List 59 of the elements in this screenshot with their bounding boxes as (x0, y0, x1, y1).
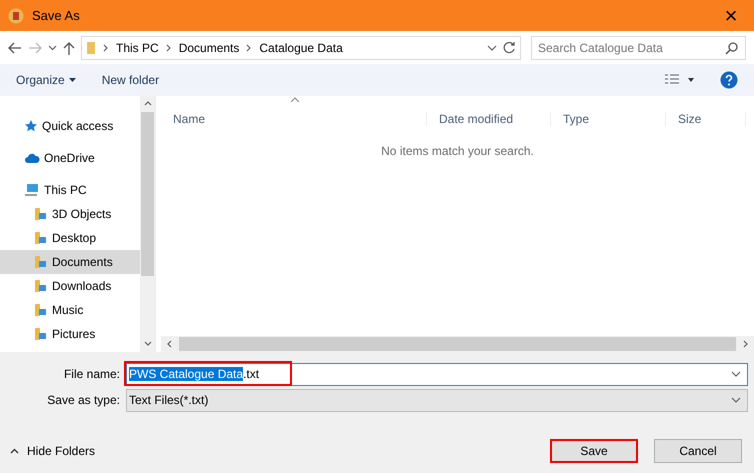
back-icon[interactable] (8, 42, 22, 54)
new-folder-button[interactable]: New folder (102, 73, 160, 87)
sidebar-item[interactable]: OneDrive (0, 146, 140, 170)
save-button[interactable]: Save (550, 439, 638, 463)
sidebar-item[interactable]: Documents (0, 250, 140, 274)
sidebar-item[interactable]: 3D Objects (0, 202, 140, 226)
breadcrumb[interactable]: Catalogue Data (259, 40, 343, 54)
folder-icon (34, 231, 48, 245)
hide-folders-button[interactable]: Hide Folders (10, 444, 96, 458)
dropdown-icon[interactable] (731, 371, 741, 377)
file-type-dropdown[interactable]: Text Files(*.txt) (126, 388, 748, 412)
folder-icon (34, 327, 48, 341)
dropdown-icon[interactable] (731, 397, 741, 403)
app-icon (8, 8, 24, 24)
folder-icon (34, 303, 48, 317)
dropdown-icon[interactable] (487, 44, 497, 50)
close-button[interactable]: × (708, 0, 754, 31)
address-bar[interactable]: This PC Documents Catalogue Data (81, 36, 521, 60)
view-options-icon[interactable] (664, 74, 694, 86)
window-title: Save As (32, 8, 81, 23)
computer-icon (24, 183, 40, 197)
chevron-up-icon (10, 448, 19, 454)
breadcrumb[interactable]: This PC (116, 40, 159, 54)
breadcrumb[interactable]: Documents (178, 40, 240, 54)
caret-icon (68, 78, 76, 82)
sidebar-item[interactable]: Music (0, 298, 140, 322)
folder-icon (34, 207, 48, 221)
sort-icon (291, 97, 299, 102)
sidebar-item[interactable]: Pictures (0, 322, 140, 346)
chevron-icon (102, 44, 110, 52)
cloud-icon (24, 152, 40, 164)
dropdown-icon[interactable] (48, 44, 57, 50)
column-header[interactable]: Type (551, 112, 666, 126)
sidebar-item[interactable]: This PC (0, 178, 140, 202)
cancel-button[interactable]: Cancel (654, 439, 742, 463)
scrollbar[interactable] (161, 336, 754, 352)
chevron-icon (164, 44, 173, 52)
empty-message: No items match your search. (381, 144, 534, 158)
folder-icon (34, 279, 48, 293)
field-label: File name: (62, 367, 121, 381)
field-label: Save as type: (46, 393, 121, 407)
file-name-field[interactable]: PWS Catalogue Data.txt (126, 362, 748, 386)
sidebar-item[interactable]: Desktop (0, 226, 140, 250)
column-header[interactable]: Date modified (427, 112, 551, 126)
help-icon[interactable] (720, 71, 738, 89)
up-icon[interactable] (63, 40, 75, 54)
search-icon (725, 42, 738, 54)
column-header[interactable]: Name (161, 112, 427, 126)
scrollbar[interactable] (140, 96, 155, 352)
folder-icon (34, 255, 48, 269)
sidebar-item[interactable]: Quick access (0, 114, 140, 138)
organize-button[interactable]: Organize (16, 73, 76, 87)
chevron-icon (245, 44, 254, 52)
folder-icon (86, 40, 96, 54)
column-header[interactable]: Size (666, 112, 746, 126)
search-field[interactable]: Search Catalogue Data (531, 36, 746, 60)
star-icon (24, 119, 38, 133)
refresh-icon[interactable] (503, 41, 516, 54)
sidebar-item[interactable]: Downloads (0, 274, 140, 298)
